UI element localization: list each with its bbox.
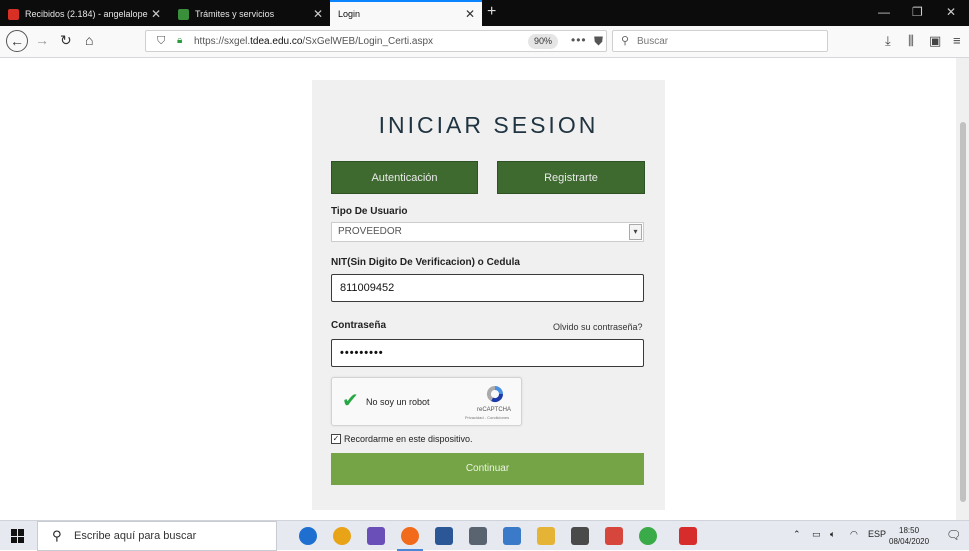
chrome-icon[interactable] xyxy=(333,527,351,545)
search-icon: ⚲ xyxy=(52,528,62,543)
tab-login[interactable]: Login ✕ xyxy=(330,0,482,26)
chevron-down-icon[interactable]: ▾ xyxy=(629,224,642,240)
lock-icon[interactable]: 🔒︎ xyxy=(177,35,182,46)
search-icon: ⚲ xyxy=(621,35,630,47)
tab-title: Trámites y servicios xyxy=(195,9,275,19)
close-tab-icon[interactable]: ✕ xyxy=(313,7,323,21)
navigation-bar: ← → ↻ ⌂ ⛉ 🔒︎ https://sxgel.tdea.edu.co/S… xyxy=(0,26,969,58)
battery-icon[interactable]: ▭ xyxy=(812,529,821,540)
close-tab-icon[interactable]: ✕ xyxy=(465,7,475,21)
page-title: INICIAR SESION xyxy=(378,112,599,138)
taskbar-search-placeholder: Escribe aquí para buscar xyxy=(74,530,197,542)
recaptcha-logo-icon xyxy=(486,385,504,403)
address-bar[interactable]: ⛉ 🔒︎ https://sxgel.tdea.edu.co/SxGelWEB/… xyxy=(145,30,626,52)
close-tab-icon[interactable]: ✕ xyxy=(151,7,161,21)
forward-arrow-icon[interactable]: → xyxy=(35,32,49,48)
close-window-icon[interactable]: ✕ xyxy=(946,5,956,19)
minimize-icon[interactable]: — xyxy=(878,5,890,19)
tab-title: Recibidos (2.184) - angelalope xyxy=(25,9,148,19)
password-input[interactable]: ••••••••• xyxy=(331,339,644,367)
settings-app-icon[interactable] xyxy=(469,527,487,545)
app-icon[interactable] xyxy=(503,527,521,545)
zoom-level[interactable]: 90% xyxy=(528,34,558,49)
scrollbar[interactable] xyxy=(956,58,969,520)
recaptcha-widget[interactable]: ✔ No soy un robot reCAPTCHA Privacidad -… xyxy=(331,377,522,426)
clock[interactable]: 18:50 08/04/2020 xyxy=(889,525,929,547)
app-icon-green[interactable] xyxy=(639,527,657,545)
checkbox-checked-icon[interactable]: ✓ xyxy=(331,434,341,444)
firefox-icon[interactable] xyxy=(397,527,423,551)
paint-icon[interactable] xyxy=(367,527,385,545)
taskbar-search-input[interactable]: ⚲ Escribe aquí para buscar xyxy=(37,521,277,551)
page-actions-icon[interactable]: ••• xyxy=(571,33,587,47)
volume-icon[interactable]: 🔈︎ xyxy=(830,529,835,540)
download-icon[interactable]: ⤓ xyxy=(885,33,891,49)
menu-icon[interactable]: ≡ xyxy=(953,33,961,48)
chevron-up-icon[interactable]: ⌃ xyxy=(793,529,801,540)
library-icon[interactable]: ⫼ xyxy=(908,33,914,49)
forgot-password-link[interactable]: Olvido su contraseña? xyxy=(553,322,643,332)
register-button[interactable]: Registrarte xyxy=(497,161,645,194)
search-placeholder: Buscar xyxy=(637,36,669,47)
search-input[interactable]: ⚲ Buscar xyxy=(612,30,828,52)
shield-app-icon[interactable] xyxy=(605,527,623,545)
checkmark-icon[interactable]: ✔ xyxy=(342,388,359,413)
reload-icon[interactable]: ↻ xyxy=(60,32,72,49)
back-arrow-icon[interactable]: ← xyxy=(6,30,28,52)
windows-start-icon[interactable] xyxy=(11,529,25,543)
captcha-terms[interactable]: Privacidad - Condiciones xyxy=(452,415,522,420)
new-tab-button[interactable]: + xyxy=(487,3,496,21)
url-text[interactable]: https://sxgel.tdea.edu.co/SxGelWEB/Login… xyxy=(194,36,433,47)
scrollbar-thumb[interactable] xyxy=(960,122,966,502)
clock-time: 18:50 xyxy=(899,526,920,535)
notification-icon[interactable]: 🗨︎ xyxy=(946,528,961,542)
continue-button[interactable]: Continuar xyxy=(331,453,644,485)
clock-date: 08/04/2020 xyxy=(889,537,930,546)
app-icon-red[interactable] xyxy=(679,527,697,545)
user-type-value: PROVEEDOR xyxy=(338,226,402,237)
shield-icon[interactable]: ⛉ xyxy=(157,35,165,48)
home-icon[interactable]: ⌂ xyxy=(85,32,93,48)
word-icon[interactable] xyxy=(435,527,453,545)
auth-button[interactable]: Autenticación xyxy=(331,161,478,194)
restore-icon[interactable]: ❐ xyxy=(912,5,923,19)
tab-gmail[interactable]: Recibidos (2.184) - angelalope ✕ xyxy=(0,2,168,26)
site-favicon-icon xyxy=(178,8,189,20)
password-label: Contraseña xyxy=(331,320,387,331)
language-indicator[interactable]: ESP xyxy=(868,529,886,539)
file-explorer-icon[interactable] xyxy=(537,527,555,545)
user-type-label: Tipo De Usuario xyxy=(331,206,408,217)
wifi-icon[interactable]: ◠ xyxy=(850,529,858,540)
user-type-select[interactable]: PROVEEDOR ▾ xyxy=(331,222,644,242)
nit-label: NIT(Sin Digito De Verificacion) o Cedula xyxy=(331,257,520,268)
remember-me[interactable]: ✓ Recordarme en este dispositivo. xyxy=(331,434,473,444)
taskbar: ⚲ Escribe aquí para buscar ⌃ ▭ 🔈︎ ◠ ESP … xyxy=(0,520,969,551)
captcha-brand: reCAPTCHA xyxy=(476,407,511,413)
captcha-label: No soy un robot xyxy=(366,397,430,407)
tab-bar: Recibidos (2.184) - angelalope ✕ Trámite… xyxy=(0,0,969,26)
remember-label: Recordarme en este dispositivo. xyxy=(344,434,473,444)
tab-title: Login xyxy=(338,9,361,19)
tab-tramites[interactable]: Trámites y servicios ✕ xyxy=(170,2,330,26)
gmail-icon xyxy=(8,8,19,20)
pocket-icon[interactable]: ⛊ xyxy=(594,34,603,49)
login-panel: INICIAR SESION Autenticación Registrarte… xyxy=(312,80,665,510)
nit-input[interactable]: 811009452 xyxy=(331,274,644,302)
gear-icon[interactable] xyxy=(571,527,589,545)
edge-icon[interactable] xyxy=(299,527,317,545)
sidebar-icon[interactable]: ▣ xyxy=(929,33,941,49)
